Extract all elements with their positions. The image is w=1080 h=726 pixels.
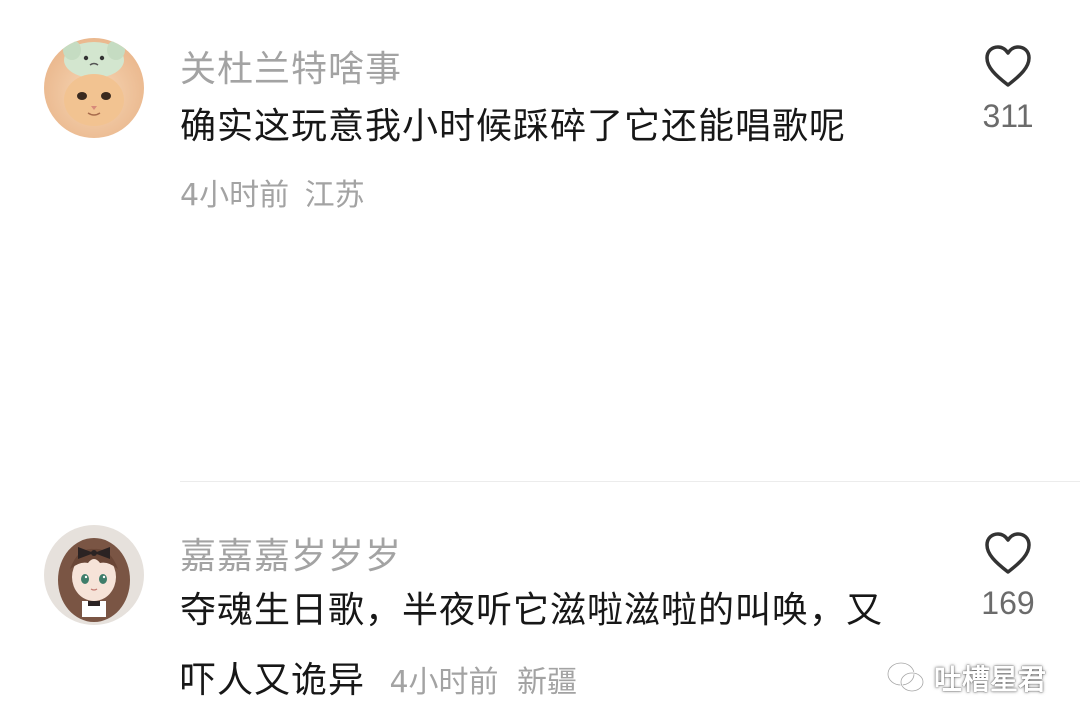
avatar[interactable] bbox=[44, 38, 144, 138]
like-count: 311 bbox=[982, 98, 1034, 134]
cat-avatar-icon bbox=[44, 38, 144, 138]
like-count: 169 bbox=[981, 585, 1035, 621]
anime-girl-avatar-icon bbox=[44, 525, 144, 625]
like-button[interactable]: 311 bbox=[968, 44, 1048, 135]
comment-location: 新疆 bbox=[517, 665, 578, 700]
divider bbox=[180, 481, 1080, 482]
watermark: 吐槽星君 bbox=[886, 656, 1046, 700]
watermark-text: 吐槽星君 bbox=[934, 663, 1047, 696]
comment-text: 确实这玩意我小时候踩碎了它还能唱歌呢 bbox=[180, 106, 847, 147]
avatar[interactable] bbox=[44, 525, 144, 625]
comment-text-line: 吓人又诡异 4小时前 新疆 bbox=[180, 646, 940, 718]
username[interactable]: 嘉嘉嘉岁岁岁 bbox=[180, 527, 402, 579]
comment-time: 4小时前 bbox=[180, 178, 290, 213]
like-button[interactable]: 169 bbox=[968, 531, 1048, 622]
comment-text-line: 夺魂生日歌，半夜听它滋啦滋啦的叫唤，又 bbox=[180, 590, 884, 631]
comment-meta: 4小时前 江苏 bbox=[180, 170, 365, 214]
comment-text: 夺魂生日歌，半夜听它滋啦滋啦的叫唤，又 吓人又诡异 4小时前 新疆 bbox=[180, 576, 940, 718]
wechat-icon bbox=[886, 661, 925, 693]
comment-time: 4小时前 bbox=[389, 665, 499, 700]
heart-icon bbox=[985, 532, 1031, 574]
username[interactable]: 关杜兰特啥事 bbox=[180, 40, 402, 92]
heart-icon bbox=[985, 45, 1031, 87]
comment-location: 江苏 bbox=[304, 178, 365, 213]
comment-text-tail: 吓人又诡异 bbox=[180, 660, 366, 701]
